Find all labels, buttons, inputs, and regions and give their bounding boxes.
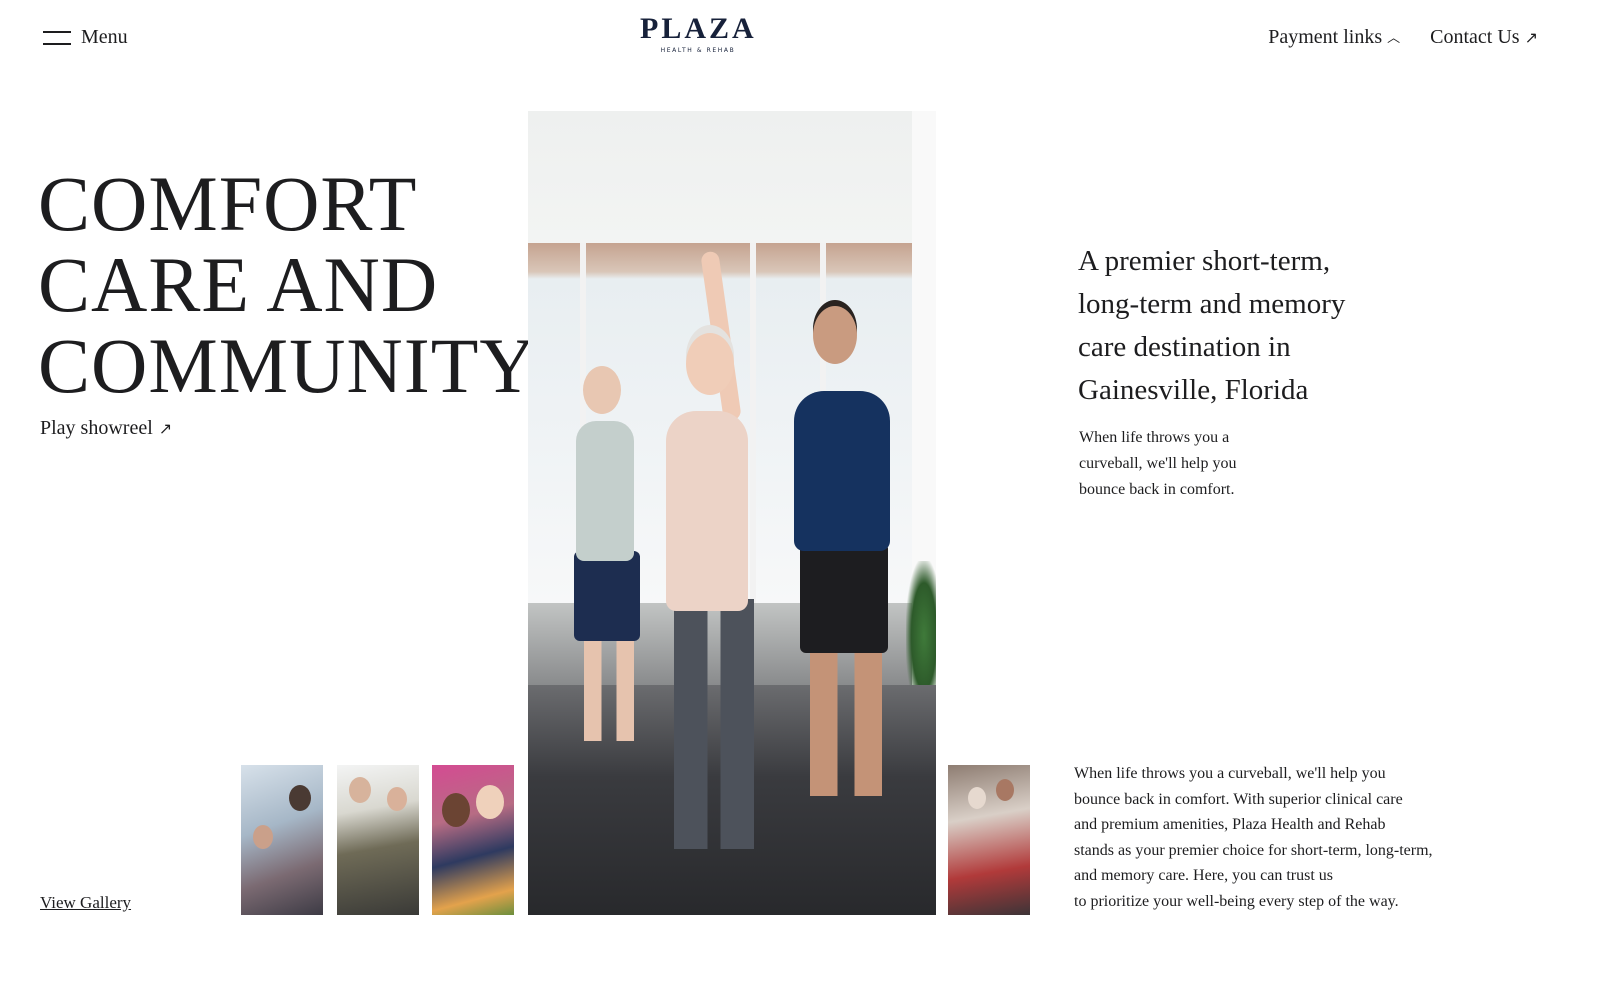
chevron-up-icon: ︿ [1387, 30, 1401, 45]
logo-subtitle: HEALTH & REHAB [660, 47, 736, 54]
arrow-up-right-icon: ↗ [158, 419, 173, 438]
hamburger-icon [43, 30, 71, 45]
headline-line: COMMUNITY [38, 322, 537, 409]
hero-photo-exercise-class [528, 111, 936, 915]
menu-label: Menu [81, 26, 128, 48]
top-navigation: Payment links ︿ Contact Us ↗ [1268, 26, 1538, 49]
gallery-thumbnail[interactable] [337, 765, 419, 915]
gallery-thumbnail[interactable] [432, 765, 514, 915]
contact-us-label: Contact Us [1430, 26, 1520, 48]
contact-us-link[interactable]: Contact Us ↗ [1430, 26, 1538, 49]
payment-links-label: Payment links [1268, 26, 1383, 48]
payment-links-link[interactable]: Payment links ︿ [1268, 26, 1400, 49]
showreel-label: Play showreel [40, 417, 153, 439]
headline-line: CARE AND [38, 241, 439, 328]
hero-headline: COMFORT CARE AND COMMUNITY [38, 163, 537, 406]
play-showreel-link[interactable]: Play showreel ↗ [40, 417, 172, 440]
logo-wordmark: PLAZA [640, 12, 757, 45]
arrow-up-right-icon: ↗ [1524, 28, 1538, 47]
site-logo[interactable]: PLAZA HEALTH & REHAB [640, 12, 757, 55]
view-gallery-link[interactable]: View Gallery [40, 893, 131, 913]
gallery-thumbnail[interactable] [948, 765, 1030, 915]
about-paragraph: When life throws you a curveball, we'll … [1074, 765, 1433, 910]
intro-subtag: When life throws you a curveball, we'll … [1079, 429, 1237, 498]
gallery-thumbnail[interactable] [241, 765, 323, 915]
intro-tagline: A premier short-term, long-term and memo… [1078, 245, 1346, 406]
menu-button[interactable]: Menu [43, 26, 128, 49]
headline-line: COMFORT [38, 160, 418, 247]
